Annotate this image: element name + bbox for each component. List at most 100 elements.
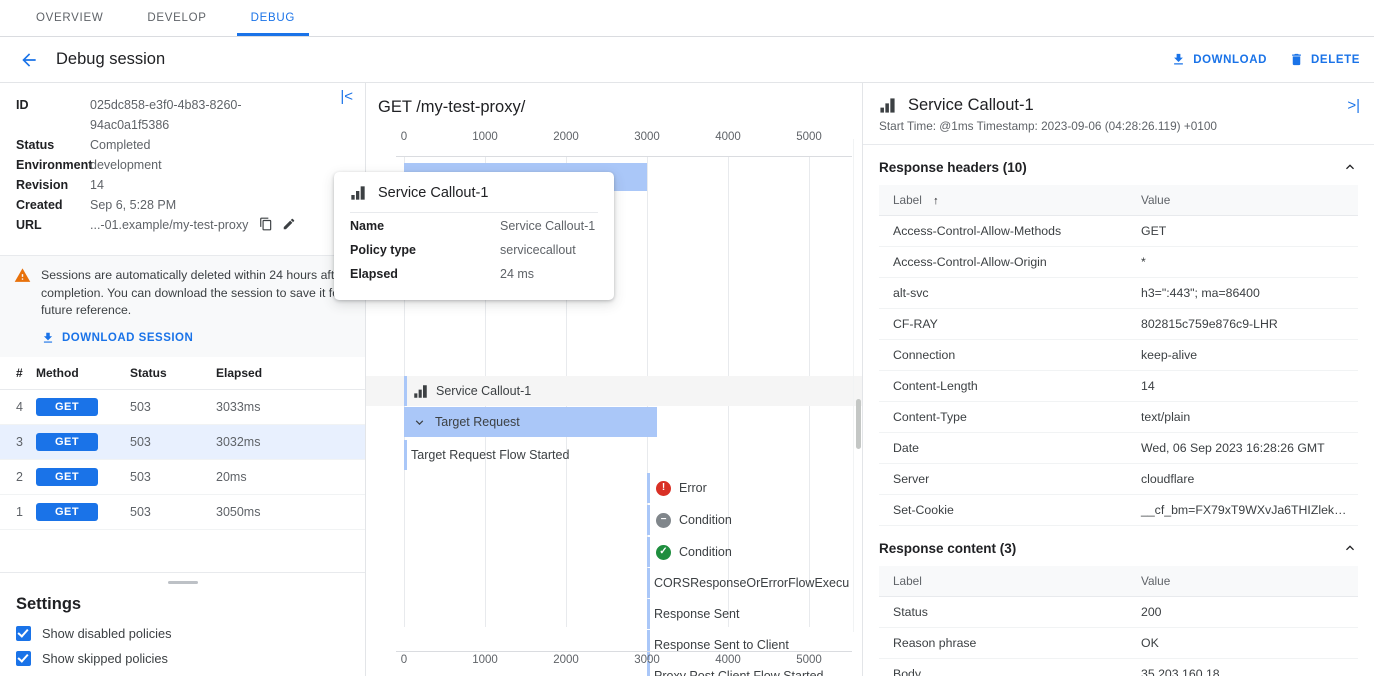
axis-tick: 2000 [553, 654, 579, 666]
url-action-icons [259, 217, 296, 231]
timeline-row-response-sent[interactable]: Response Sent [366, 599, 862, 629]
copy-icon[interactable] [259, 217, 273, 231]
scrollbar-thumb[interactable] [856, 399, 861, 449]
notice-text: Sessions are automatically deleted withi… [41, 267, 349, 320]
edit-icon[interactable] [282, 217, 296, 231]
column-header-status[interactable]: Status [130, 357, 216, 390]
response-content-header[interactable]: Response content (3) [879, 540, 1358, 566]
details-panel: >| Service Callout-1 Start Time: @1ms Ti… [863, 83, 1374, 676]
table-header-row: # Method Status Elapsed [0, 357, 365, 390]
cell-status: 503 [130, 424, 216, 459]
table-row: alt-svch3=":443"; ma=86400 [879, 278, 1358, 309]
chevron-up-icon[interactable] [1342, 540, 1358, 556]
table-row[interactable]: 4 GET 503 3033ms [0, 389, 365, 424]
timeline-row-label: Condition [679, 513, 732, 527]
session-requests-table: # Method Status Elapsed 4 GET 503 3033ms… [0, 357, 365, 530]
delete-button[interactable]: DELETE [1289, 52, 1360, 67]
tab-develop-label: DEVELOP [147, 12, 206, 24]
tooltip-key: Elapsed [350, 264, 500, 285]
timeline-row-cors-response[interactable]: CORSResponseOrErrorFlowExecu [366, 568, 862, 598]
setting-show-disabled-policies[interactable]: Show disabled policies [16, 626, 349, 641]
column-header-value[interactable]: Value [1127, 185, 1358, 216]
column-header-num[interactable]: # [0, 357, 36, 390]
timeline-row-condition-true[interactable]: ✓ Condition [366, 537, 862, 567]
axis-tick: 1000 [472, 131, 498, 143]
table-row[interactable]: 2 GET 503 20ms [0, 459, 365, 494]
cell-num: 2 [0, 459, 36, 494]
axis-tick: 5000 [796, 654, 822, 666]
checkbox-icon[interactable] [16, 651, 31, 666]
meta-value: 025dc858-e3f0-4b83-8260-94ac0a1f5386 [90, 95, 276, 135]
setting-show-skipped-policies[interactable]: Show skipped policies [16, 651, 349, 666]
cell-label: Status [879, 597, 1127, 628]
cell-label: Body [879, 659, 1127, 676]
column-header-label[interactable]: Label ↑ [879, 185, 1127, 216]
response-content-table: Label Value Status200 Reason phraseOK Bo… [879, 566, 1358, 676]
delete-button-label: DELETE [1311, 54, 1360, 66]
timeline-row-service-callout[interactable]: Service Callout-1 [366, 376, 862, 406]
cell-label: Connection [879, 340, 1127, 371]
cell-label: Date [879, 433, 1127, 464]
cell-label: Content-Type [879, 402, 1127, 433]
column-header-elapsed[interactable]: Elapsed [216, 357, 365, 390]
setting-label: Show skipped policies [42, 651, 168, 666]
cell-status: 503 [130, 494, 216, 529]
meta-value: 14 [90, 175, 349, 195]
expand-right-panel-icon[interactable]: >| [1347, 97, 1360, 114]
download-session-button[interactable]: DOWNLOAD SESSION [41, 331, 349, 345]
tab-overview[interactable]: OVERVIEW [14, 0, 125, 36]
chevron-down-icon[interactable] [412, 415, 427, 430]
download-button[interactable]: DOWNLOAD [1171, 52, 1267, 67]
cell-value: cloudflare [1127, 464, 1358, 495]
cell-status: 503 [130, 389, 216, 424]
collapse-left-panel-icon[interactable]: |< [340, 89, 353, 104]
timeline-row-error[interactable]: ! Error [366, 473, 862, 503]
meta-value: Completed [90, 135, 349, 155]
table-row: Content-Length14 [879, 371, 1358, 402]
cell-num: 1 [0, 494, 36, 529]
column-header-method[interactable]: Method [36, 357, 130, 390]
sort-ascending-icon: ↑ [933, 195, 939, 207]
cell-num: 4 [0, 389, 36, 424]
timeline-row-target-request[interactable]: Target Request [404, 407, 657, 437]
timeline-row-label: Response Sent [654, 607, 739, 621]
column-header-value[interactable]: Value [1127, 566, 1358, 597]
tab-develop[interactable]: DEVELOP [125, 0, 228, 36]
meta-value: ...-01.example/my-test-proxy [90, 215, 349, 235]
tooltip-key: Name [350, 216, 500, 237]
meta-key: Environment [16, 155, 90, 175]
cell-label: Content-Length [879, 371, 1127, 402]
timeline-row-condition-false[interactable]: − Condition [366, 505, 862, 535]
checkbox-icon[interactable] [16, 626, 31, 641]
cell-method: GET [36, 459, 130, 494]
table-row[interactable]: 3 GET 503 3032ms [0, 424, 365, 459]
column-header-label[interactable]: Label [879, 566, 1127, 597]
chevron-up-icon[interactable] [1342, 159, 1358, 175]
table-row: Body35.203.160.18 [879, 659, 1358, 676]
meta-row-environment: Environment development [0, 155, 365, 175]
table-row: Access-Control-Allow-MethodsGET [879, 216, 1358, 247]
cell-label: Access-Control-Allow-Origin [879, 247, 1127, 278]
trash-icon [1289, 52, 1304, 67]
warning-icon [14, 267, 31, 345]
response-headers-header[interactable]: Response headers (10) [879, 159, 1358, 185]
timeline-axis-bottom: 0 1000 2000 3000 4000 5000 [366, 651, 862, 670]
table-row: DateWed, 06 Sep 2023 16:28:26 GMT [879, 433, 1358, 464]
debug-session-page: OVERVIEW DEVELOP DEBUG Debug session DOW… [0, 0, 1374, 676]
method-badge: GET [36, 433, 98, 451]
download-icon [41, 331, 55, 345]
back-arrow-icon[interactable] [16, 47, 42, 73]
table-row[interactable]: 1 GET 503 3050ms [0, 494, 365, 529]
axis-tick: 2000 [553, 131, 579, 143]
timeline-scrollbar[interactable] [853, 139, 862, 632]
tooltip-value: 24 ms [500, 264, 534, 285]
table-header-row: Label ↑ Value [879, 185, 1358, 216]
table-row: Status200 [879, 597, 1358, 628]
timeline-row-target-request-flow-started[interactable]: Target Request Flow Started [366, 440, 862, 470]
cell-elapsed: 3050ms [216, 494, 365, 529]
tab-debug[interactable]: DEBUG [229, 0, 317, 36]
method-badge: GET [36, 503, 98, 521]
meta-row-created: Created Sep 6, 5:28 PM [0, 195, 365, 215]
axis-tick: 4000 [715, 654, 741, 666]
download-icon [1171, 52, 1186, 67]
